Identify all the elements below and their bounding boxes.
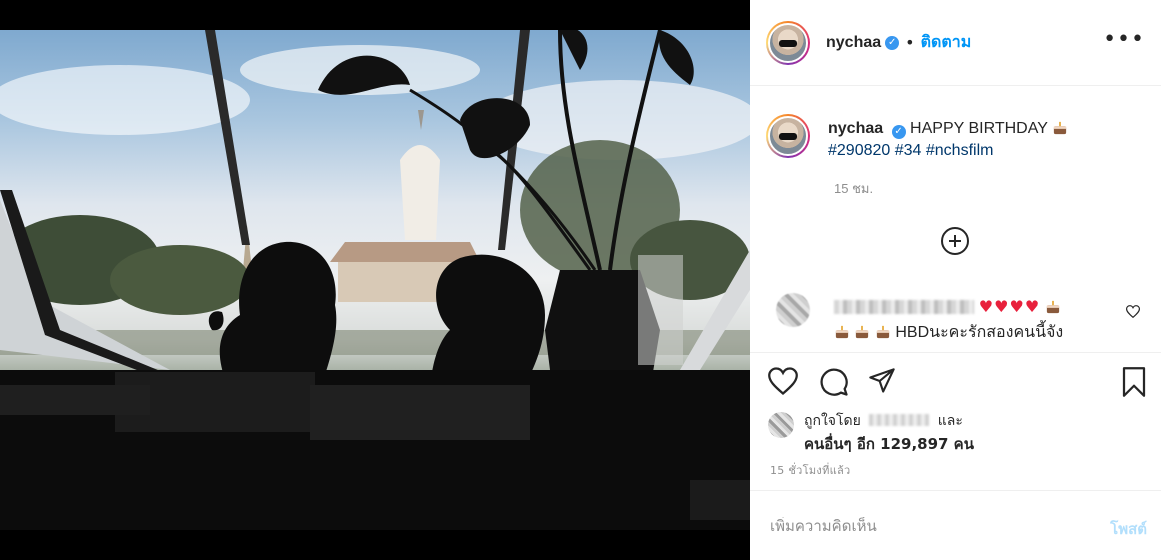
likes-and-label: และ bbox=[937, 413, 963, 429]
separator-dot: • bbox=[905, 33, 915, 52]
comment-item: ♥♥♥♥ HBDนะคะรักสองคนนี้จัง bbox=[776, 293, 1146, 343]
caption-avatar-image bbox=[768, 116, 808, 156]
caption-body: HAPPY BIRTHDAY bbox=[910, 120, 1048, 137]
liker-username-blurred[interactable] bbox=[869, 414, 930, 426]
birthday-cake-icon bbox=[1053, 121, 1067, 135]
caption-hashtags[interactable]: #290820 #34 #nchsfilm bbox=[828, 142, 993, 159]
likes-others[interactable]: คนอื่นๆ อีก 129,897 คน bbox=[804, 432, 974, 456]
paper-plane-icon[interactable] bbox=[868, 367, 896, 395]
liked-by-label: ถูกใจโดย bbox=[804, 413, 861, 429]
birthday-cake-icon bbox=[856, 325, 869, 339]
red-heart-icon: ♥ bbox=[1009, 297, 1024, 316]
more-options-icon[interactable]: ••• bbox=[1103, 29, 1145, 51]
caption-text: nychaa ✓ HAPPY BIRTHDAY #290820 #34 #nch… bbox=[828, 114, 1068, 162]
follow-button[interactable]: ติดตาม bbox=[921, 30, 972, 55]
add-comment-bar: โพสต์ bbox=[750, 490, 1161, 560]
red-heart-icon: ♥ bbox=[994, 297, 1009, 316]
caption-username[interactable]: nychaa bbox=[828, 120, 883, 137]
caption-time: 15 ชม. bbox=[834, 181, 874, 196]
bookmark-icon[interactable] bbox=[1121, 367, 1147, 397]
caption: nychaa ✓ HAPPY BIRTHDAY #290820 #34 #nch… bbox=[766, 114, 1146, 162]
commenter-avatar[interactable] bbox=[776, 293, 810, 327]
heart-icon[interactable] bbox=[768, 367, 798, 395]
post-timestamp[interactable]: 15 ชั่วโมงที่แล้ว bbox=[770, 461, 851, 479]
post-header: nychaa ✓ • ติดตาม ••• bbox=[750, 0, 1161, 86]
author-username[interactable]: nychaa bbox=[826, 34, 881, 52]
red-heart-icon: ♥ bbox=[1024, 297, 1040, 316]
comment-like-heart-icon[interactable] bbox=[1126, 305, 1140, 318]
photo-silhouette-illustration bbox=[0, 30, 750, 530]
author-avatar[interactable] bbox=[766, 20, 810, 65]
comment-line2: HBDนะคะรักสองคนนี้จัง bbox=[834, 320, 1063, 345]
comment-line1: ♥♥♥♥ bbox=[834, 297, 1061, 316]
birthday-cake-icon bbox=[835, 325, 849, 339]
comment-input[interactable] bbox=[770, 517, 1070, 535]
caption-avatar[interactable] bbox=[766, 114, 810, 158]
post-comment-button[interactable]: โพสต์ bbox=[1110, 517, 1147, 541]
comment-icon[interactable] bbox=[819, 367, 849, 397]
liker-avatar[interactable] bbox=[768, 412, 794, 438]
verified-badge-icon: ✓ bbox=[891, 125, 906, 139]
red-heart-icon: ♥ bbox=[978, 297, 994, 316]
post-side-panel: nychaa ✓ • ติดตาม ••• nychaa ✓ HAPPY BIR… bbox=[750, 0, 1161, 560]
birthday-cake-icon bbox=[1046, 300, 1060, 314]
comment-text: HBDนะคะรักสองคนนี้จัง bbox=[895, 324, 1064, 341]
commenter-username-blurred[interactable] bbox=[834, 300, 974, 314]
likes-line1: ถูกใจโดย และ bbox=[804, 410, 963, 432]
author-avatar-image bbox=[768, 22, 808, 63]
add-circle-icon[interactable] bbox=[941, 227, 969, 255]
birthday-cake-icon bbox=[876, 325, 890, 339]
verified-badge-icon: ✓ bbox=[885, 35, 900, 50]
action-bar bbox=[750, 352, 1161, 412]
post-photo[interactable] bbox=[0, 0, 750, 560]
photo-scene bbox=[0, 30, 750, 530]
